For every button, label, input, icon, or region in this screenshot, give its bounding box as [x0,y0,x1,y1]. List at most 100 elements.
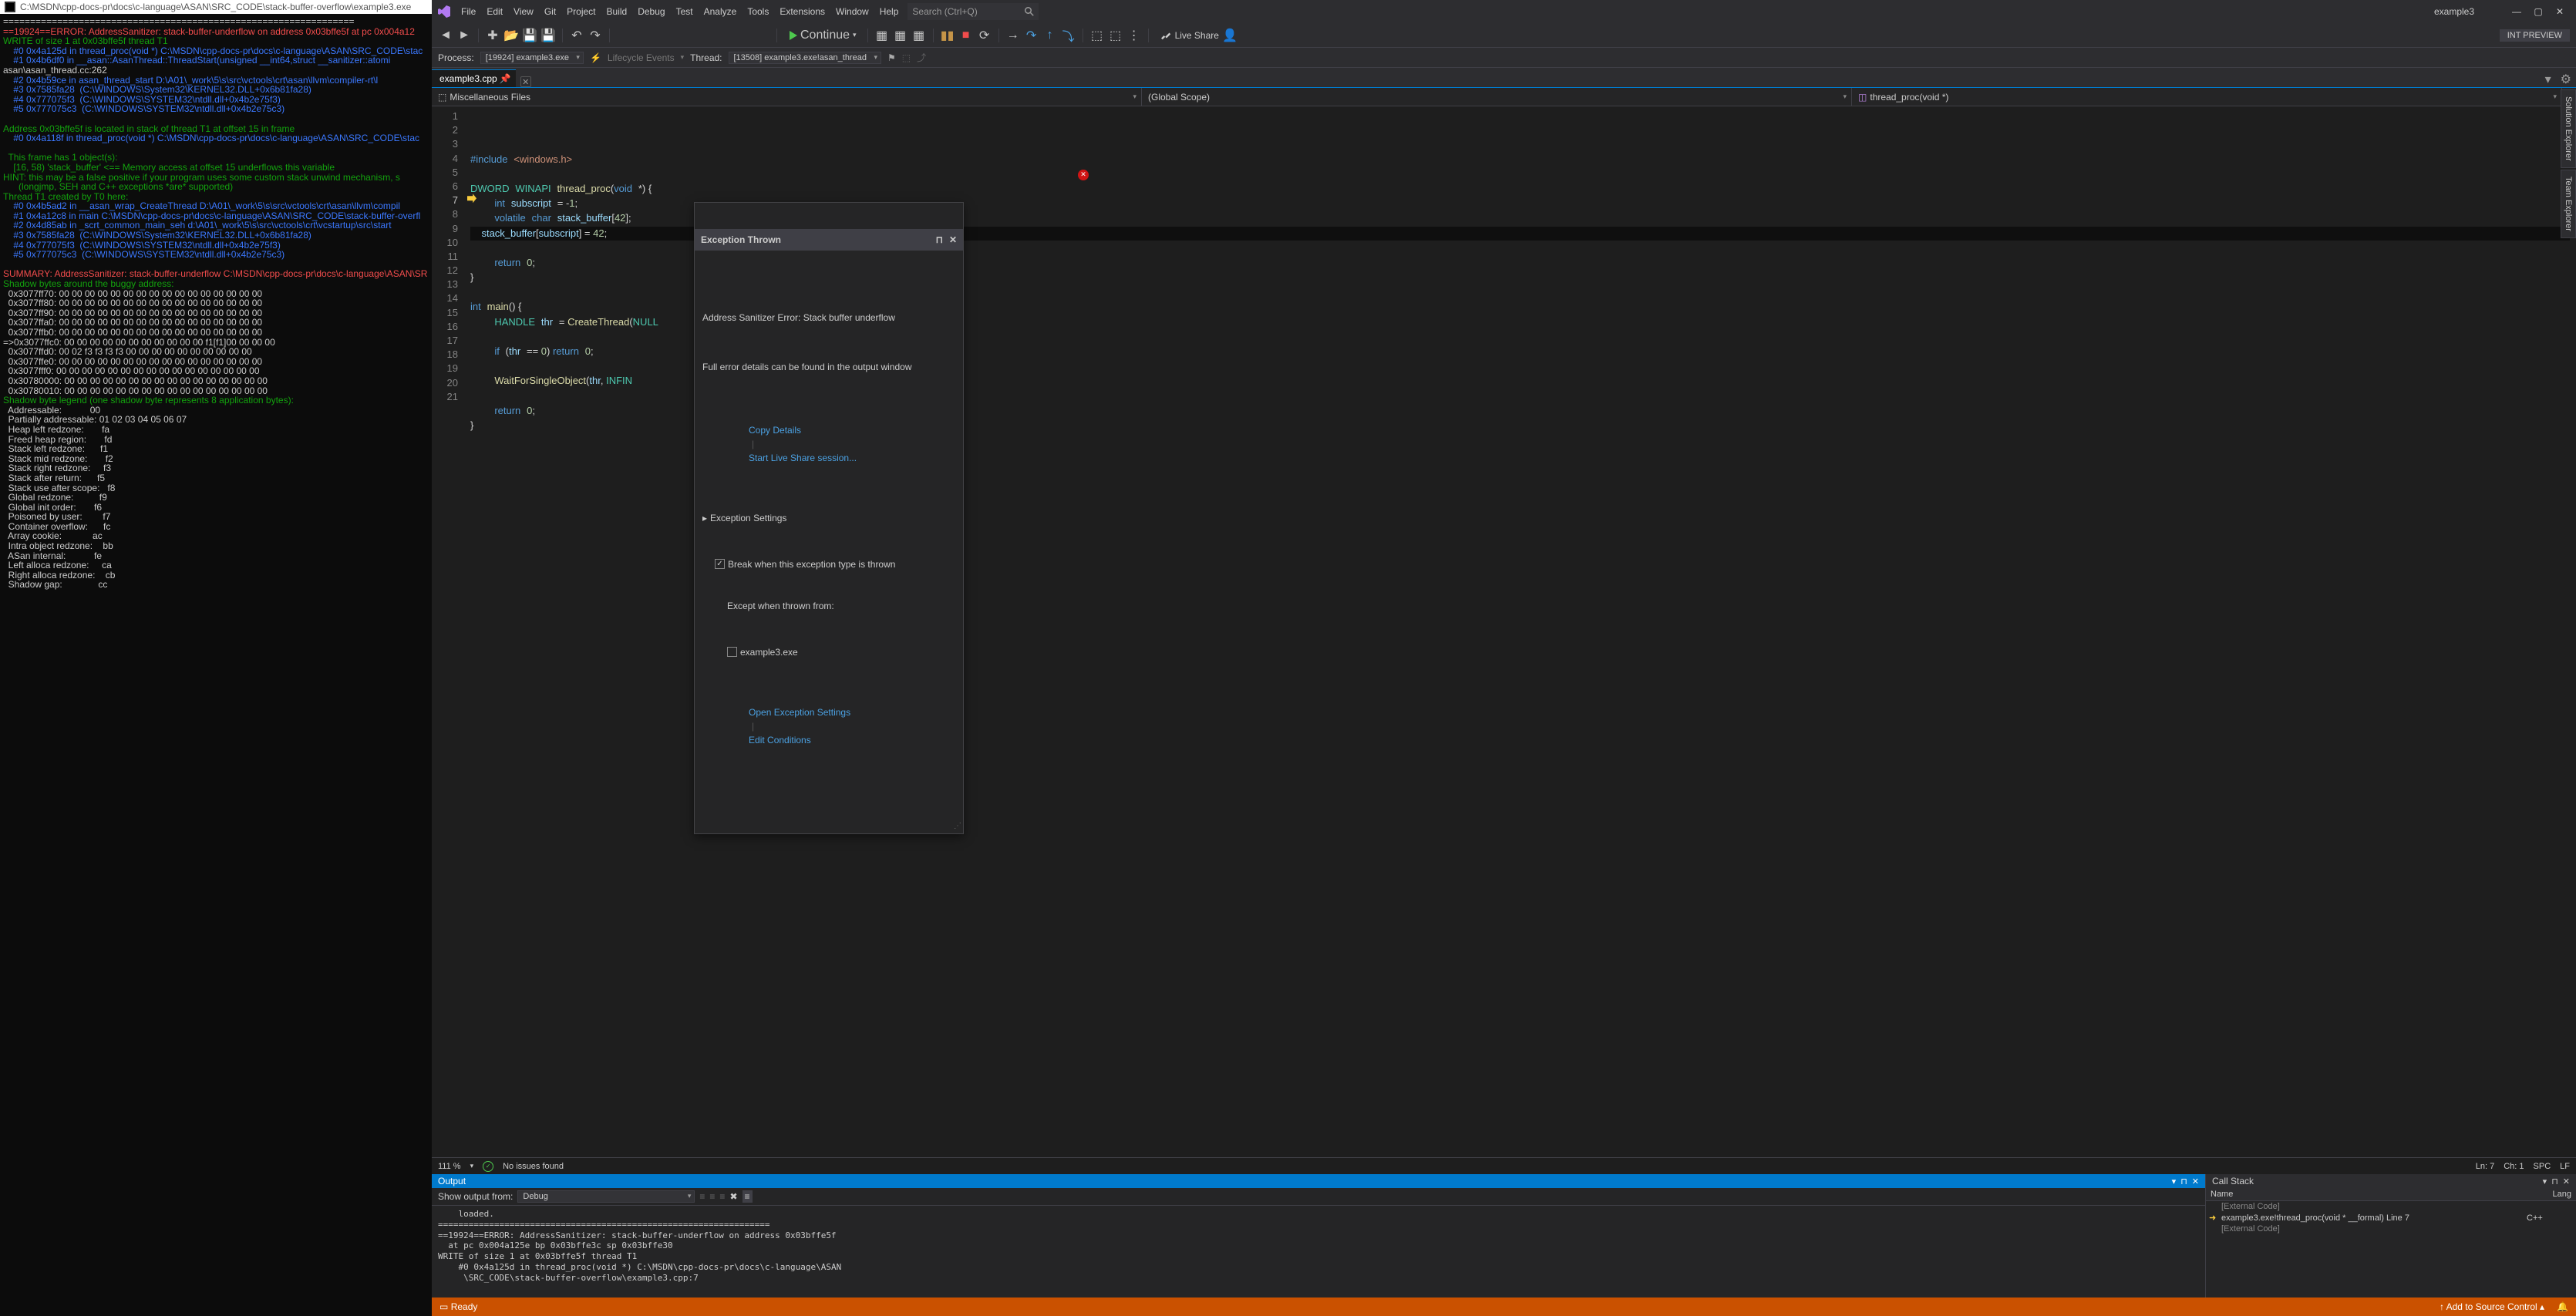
output-tb1[interactable]: ≡ [699,1191,705,1202]
resize-grip-icon[interactable]: ⋰ [954,821,961,832]
menu-analyze[interactable]: Analyze [704,6,737,17]
solution-explorer-tab[interactable]: Solution Explorer [2561,89,2576,168]
process-combo[interactable]: [19924] example3.exe [480,52,584,64]
cs-dropdown-icon[interactable]: ▾ [2543,1176,2547,1186]
console-body[interactable]: ========================================… [0,14,432,1316]
menu-window[interactable]: Window [836,6,869,17]
zoom-level[interactable]: 111 % [438,1162,461,1171]
exe-checkbox[interactable] [727,647,737,657]
cs-row[interactable]: [External Code] [2206,1201,2576,1212]
open-button[interactable]: 📂 [503,28,519,43]
continue-button[interactable]: Continue ▾ [783,27,861,44]
save-button[interactable]: 💾 [522,28,537,43]
debug1-button[interactable]: ▦ [874,28,890,43]
open-settings-link[interactable]: Open Exception Settings [749,707,850,718]
callstack-body[interactable]: [External Code]➜example3.exe!thread_proc… [2206,1201,2576,1297]
menu-extensions[interactable]: Extensions [780,6,825,17]
menu-git[interactable]: Git [544,6,556,17]
output-pin-icon[interactable]: ⊓ [2180,1176,2187,1186]
liveshare-link[interactable]: Start Live Share session... [749,453,857,463]
code-editor[interactable]: 123456789101112131415161718192021 #inclu… [432,106,2576,1157]
popup-pin-icon[interactable]: ⊓ [936,234,943,247]
navbar-scope[interactable]: (Global Scope) [1142,88,1852,106]
output-source-combo[interactable]: Debug [517,1190,695,1203]
callstack-pane: Call Stack ▾ ⊓ ✕ Name Lang [External Cod… [2206,1174,2576,1297]
thread-combo[interactable]: [13508] example3.exe!asan_thread [729,52,881,64]
tab-plus-button[interactable]: ▾ [2545,72,2551,87]
output-tb5[interactable]: ≡ [742,1190,753,1203]
thread-label: Thread: [690,52,722,63]
search-placeholder: Search (Ctrl+Q) [912,6,977,17]
minimize-button[interactable]: — [2511,6,2522,17]
cs-col-lang[interactable]: Lang [2548,1188,2576,1200]
lifecycle-icon[interactable]: ⚡ [590,52,601,63]
copy-details-link[interactable]: Copy Details [749,425,801,436]
cs-row[interactable]: ➜example3.exe!thread_proc(void * __forma… [2206,1212,2576,1223]
maximize-button[interactable]: ▢ [2533,6,2544,17]
popup-close-icon[interactable]: ✕ [949,234,957,247]
step-button[interactable]: ⤵ [1061,28,1076,43]
feedback-button[interactable]: 👤 [1222,28,1237,43]
menu-project[interactable]: Project [567,6,595,17]
misc3-button[interactable]: ⋮ [1126,28,1142,43]
menu-build[interactable]: Build [607,6,628,17]
close-button[interactable]: ✕ [2554,6,2565,17]
cs-close-icon[interactable]: ✕ [2563,1176,2570,1186]
search-box[interactable]: Search (Ctrl+Q) [907,3,1039,20]
tab-close-button[interactable]: ✕ [520,76,531,87]
tab-gear-button[interactable]: ⚙ [2561,72,2571,87]
navbar-file[interactable]: ⬚ Miscellaneous Files [432,88,1142,106]
error-glyph-icon[interactable]: ✕ [1078,170,1089,180]
tab-example3[interactable]: example3.cpp 📌 [432,69,516,87]
step-into-button[interactable]: → [1005,28,1021,43]
menu-edit[interactable]: Edit [487,6,503,17]
output-tb2[interactable]: ≡ [709,1191,715,1202]
menu-file[interactable]: File [461,6,476,17]
menu-view[interactable]: View [514,6,534,17]
undo-button[interactable]: ↶ [569,28,584,43]
new-button[interactable]: ✚ [485,28,500,43]
output-body[interactable]: loaded. ================================… [432,1206,2205,1297]
console-titlebar: C:\MSDN\cpp-docs-pr\docs\c-language\ASAN… [0,0,432,14]
team-explorer-tab[interactable]: Team Explorer [2561,170,2576,238]
nav-back-button[interactable]: ◄ [438,28,453,43]
menu-test[interactable]: Test [676,6,693,17]
cs-pin-icon[interactable]: ⊓ [2551,1176,2558,1186]
stop-button[interactable]: ■ [958,28,974,43]
misc2-button[interactable]: ⬚ [1108,28,1123,43]
debug3-button[interactable]: ▦ [911,28,927,43]
redo-button[interactable]: ↷ [588,28,603,43]
break-checkbox[interactable]: ✓ [715,559,725,569]
zoom-dropdown[interactable]: ▾ [470,1162,474,1170]
editor-status-bar: 111 % ▾ ✓ No issues found Ln: 7 Ch: 1 SP… [432,1157,2576,1174]
edit-conditions-link[interactable]: Edit Conditions [749,735,811,746]
cs-col-name[interactable]: Name [2206,1188,2548,1200]
navbar-member[interactable]: ◫ thread_proc(void *) [1852,88,2562,106]
flag-icon[interactable]: ⚑ [887,52,896,63]
exception-settings-header[interactable]: ▸ Exception Settings [702,511,955,525]
cs-row[interactable]: [External Code] [2206,1223,2576,1234]
nav-fwd-button[interactable]: ► [456,28,472,43]
stackframe-icon[interactable]: ⬚ [902,52,911,63]
save-all-button[interactable]: 💾 [540,28,556,43]
pin-icon[interactable]: 📌 [500,73,511,84]
debug2-button[interactable]: ▦ [893,28,908,43]
step-out-button[interactable]: ↑ [1042,28,1058,43]
notification-icon[interactable]: 🔔 [2557,1301,2568,1312]
menu-debug[interactable]: Debug [638,6,665,17]
output-close-icon[interactable]: ✕ [2192,1176,2199,1186]
menu-help[interactable]: Help [880,6,899,17]
output-dropdown-icon[interactable]: ▾ [2172,1176,2177,1186]
restart-button[interactable]: ⟳ [977,28,992,43]
code-body[interactable]: #include <windows.h> DWORD WINAPI thread… [464,106,2576,1157]
output-tb3[interactable]: ≡ [719,1191,725,1202]
console-pane: C:\MSDN\cpp-docs-pr\docs\c-language\ASAN… [0,0,432,1316]
menu-tools[interactable]: Tools [747,6,769,17]
output-tb4[interactable]: ✖ [729,1191,737,1202]
misc1-button[interactable]: ⬚ [1089,28,1105,43]
pause-button[interactable]: ▮▮ [940,28,955,43]
live-share-button[interactable]: Live Share [1161,30,1219,41]
stackframe2-icon[interactable]: ⤴ [917,51,926,64]
add-source-control[interactable]: ↑ Add to Source Control ▴ [2440,1301,2544,1312]
step-over-button[interactable]: ↷ [1024,28,1039,43]
